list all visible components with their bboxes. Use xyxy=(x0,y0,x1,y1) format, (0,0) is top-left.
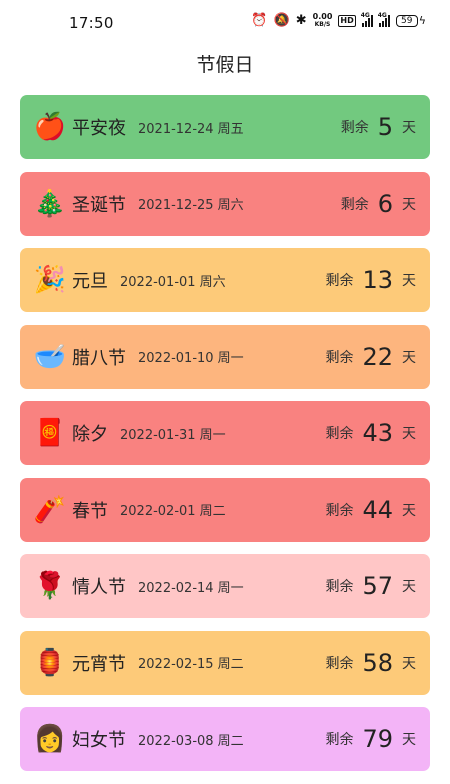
holiday-date: 2022-01-31 周一 xyxy=(120,427,226,443)
days-count: 44 xyxy=(362,495,393,524)
signal-icon-2: 4G xyxy=(377,11,390,27)
holiday-name: 除夕 xyxy=(72,424,108,445)
holiday-card[interactable]: 🎉 元旦 2022-01-01 周六 剩余 13 天 xyxy=(20,248,430,312)
net-speed: 0.00 KB/S xyxy=(312,12,333,29)
remaining-label: 剩余 xyxy=(325,273,354,289)
holiday-emoji-icon: 🥣 xyxy=(33,341,67,372)
holiday-date: 2022-01-01 周六 xyxy=(120,274,226,290)
days-unit: 天 xyxy=(402,273,416,289)
days-count: 6 xyxy=(377,189,393,218)
page-title: 节假日 xyxy=(196,54,254,76)
remaining-label: 剩余 xyxy=(340,196,369,213)
holiday-card[interactable]: 🧨 春节 2022-02-01 周二 剩余 44 天 xyxy=(20,477,430,542)
remaining-label: 剩余 xyxy=(325,655,354,672)
days-unit: 天 xyxy=(402,426,416,442)
holiday-date: 2022-02-01 周二 xyxy=(120,504,226,519)
holiday-name: 元宵节 xyxy=(72,653,126,675)
remaining-days: 剩余 79 天 xyxy=(325,725,416,753)
charging-icon: ϟ xyxy=(418,14,426,27)
holiday-name: 情人节 xyxy=(72,577,126,598)
remaining-days: 剩余 43 天 xyxy=(325,419,416,447)
holiday-emoji-icon: 🧧 xyxy=(33,418,67,448)
holiday-emoji-icon: 🧨 xyxy=(33,494,67,525)
remaining-days: 剩余 57 天 xyxy=(325,572,416,600)
holiday-emoji-icon: 🎉 xyxy=(33,265,67,295)
bluetooth-icon: ✱ xyxy=(295,13,307,28)
battery-icon: 59 ϟ xyxy=(395,14,426,27)
holiday-card[interactable]: 🌹 情人节 2022-02-14 周一 剩余 57 天 xyxy=(20,554,430,618)
remaining-label: 剩余 xyxy=(325,579,354,595)
days-unit: 天 xyxy=(402,120,416,136)
net-speed-value: 0.00 xyxy=(312,12,333,21)
holiday-name: 元旦 xyxy=(72,271,108,292)
remaining-label: 剩余 xyxy=(325,732,354,748)
status-bar: 17:50 ⏰ 🔕 ✱ 0.00 KB/S HD 4G 4G 59 ϟ xyxy=(0,0,450,48)
days-unit: 天 xyxy=(402,196,416,213)
days-unit: 天 xyxy=(402,502,416,519)
remaining-days: 剩余 6 天 xyxy=(341,190,416,218)
days-unit: 天 xyxy=(402,655,416,672)
net-speed-unit: KB/S xyxy=(314,21,331,28)
holiday-date: 2022-02-14 周一 xyxy=(138,580,244,596)
days-count: 43 xyxy=(362,419,393,447)
days-count: 13 xyxy=(362,266,393,294)
hd-badge: HD xyxy=(338,14,356,27)
holiday-date: 2021-12-24 周五 xyxy=(138,121,244,137)
holiday-name: 腊八节 xyxy=(72,347,126,369)
holiday-card[interactable]: 🍎 平安夜 2021-12-24 周五 剩余 5 天 xyxy=(20,95,430,159)
days-count: 22 xyxy=(362,342,393,371)
remaining-days: 剩余 44 天 xyxy=(325,496,416,524)
signal-1-label: 4G xyxy=(360,11,370,19)
holiday-emoji-icon: 👩 xyxy=(33,724,67,754)
holiday-name: 春节 xyxy=(72,500,108,522)
holiday-date: 2022-03-08 周二 xyxy=(138,733,244,749)
remaining-label: 剩余 xyxy=(340,120,369,136)
remaining-label: 剩余 xyxy=(325,426,354,442)
days-unit: 天 xyxy=(402,349,416,366)
days-count: 5 xyxy=(377,113,393,141)
status-icons: ⏰ 🔕 ✱ 0.00 KB/S HD 4G 4G 59 ϟ xyxy=(251,11,426,29)
days-count: 58 xyxy=(362,648,393,677)
remaining-label: 剩余 xyxy=(325,349,354,366)
holiday-date: 2021-12-25 周六 xyxy=(138,198,244,213)
holiday-emoji-icon: 🌹 xyxy=(33,571,67,601)
holiday-card[interactable]: 🎄 圣诞节 2021-12-25 周六 剩余 6 天 xyxy=(20,171,430,236)
battery-level: 59 xyxy=(395,14,418,27)
holiday-card[interactable]: 👩 妇女节 2022-03-08 周二 剩余 79 天 xyxy=(20,707,430,771)
mute-icon: 🔕 xyxy=(273,13,290,28)
signal-icon-1: 4G xyxy=(360,11,373,27)
holiday-list: 🍎 平安夜 2021-12-24 周五 剩余 5 天 🎄 圣诞节 2021-12-25 周六 剩余… xyxy=(20,95,430,784)
holiday-card[interactable]: 🏮 元宵节 2022-02-15 周二 剩余 58 天 xyxy=(20,630,430,695)
holiday-emoji-icon: 🍎 xyxy=(33,112,67,142)
holiday-name: 妇女节 xyxy=(72,730,126,751)
holiday-date: 2022-02-15 周二 xyxy=(138,657,244,672)
remaining-label: 剩余 xyxy=(325,502,354,519)
remaining-days: 剩余 22 天 xyxy=(325,343,416,371)
holiday-emoji-icon: 🎄 xyxy=(33,188,67,219)
holiday-emoji-icon: 🏮 xyxy=(33,647,67,678)
holiday-name: 平安夜 xyxy=(72,118,126,139)
signal-2-label: 4G xyxy=(377,11,387,19)
days-unit: 天 xyxy=(402,732,416,748)
days-unit: 天 xyxy=(402,579,416,595)
status-time: 17:50 xyxy=(69,14,114,32)
days-count: 57 xyxy=(362,572,393,600)
remaining-days: 剩余 13 天 xyxy=(325,266,416,294)
holiday-card[interactable]: 🥣 腊八节 2022-01-10 周一 剩余 22 天 xyxy=(20,324,430,389)
days-count: 79 xyxy=(362,725,393,753)
alarm-icon: ⏰ xyxy=(251,13,268,28)
remaining-days: 剩余 58 天 xyxy=(325,649,416,677)
holiday-date: 2022-01-10 周一 xyxy=(138,351,244,366)
holiday-name: 圣诞节 xyxy=(72,194,126,216)
holiday-card[interactable]: 🧧 除夕 2022-01-31 周一 剩余 43 天 xyxy=(20,401,430,465)
remaining-days: 剩余 5 天 xyxy=(341,113,416,141)
